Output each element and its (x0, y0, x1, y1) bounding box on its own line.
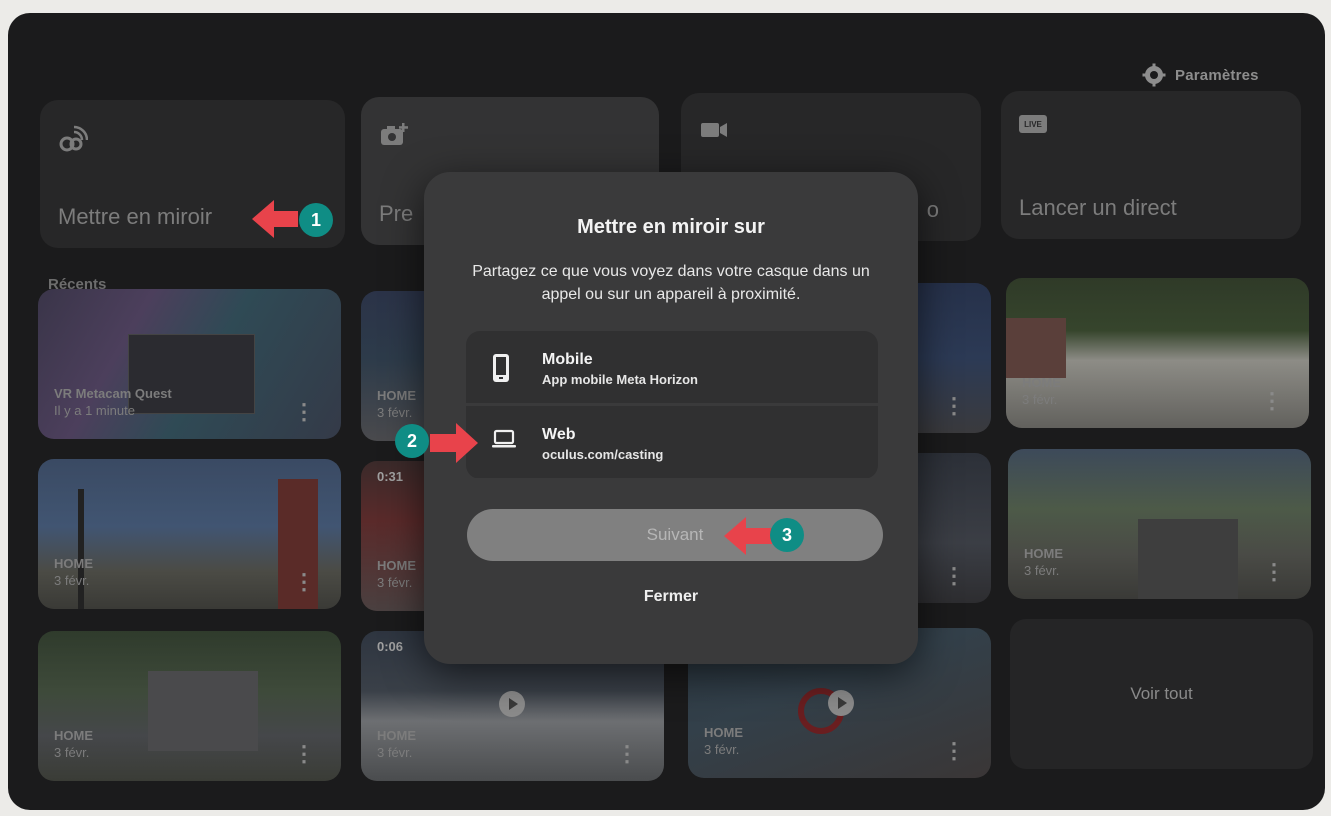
thumb-title: HOME (377, 388, 416, 403)
recent-thumb[interactable]: VR Metacam Quest Il y a 1 minute ⋮ (38, 289, 341, 439)
thumb-meta: HOME 3 févr. (377, 727, 416, 761)
see-all-button[interactable]: Voir tout (1010, 619, 1313, 769)
tile-photo-label: Pre (379, 201, 414, 226)
thumb-meta: HOME 3 févr. (1022, 374, 1061, 408)
arrow-left-icon (724, 517, 772, 555)
tile-live[interactable]: LIVE Lancer un direct (1001, 91, 1301, 239)
thumb-date: Il y a 1 minute (54, 403, 135, 418)
dialog-description: Partagez ce que vous voyez dans votre ca… (472, 263, 870, 303)
callout-badge-2: 2 (395, 424, 429, 458)
option-mobile-name: Mobile (542, 351, 593, 368)
more-options-icon[interactable]: ⋮ (1261, 390, 1283, 412)
more-options-icon[interactable]: ⋮ (616, 743, 638, 765)
thumb-date: 3 févr. (377, 745, 413, 760)
callout-badge-3: 3 (770, 518, 804, 552)
recent-thumb[interactable]: HOME 3 févr. ⋮ (1008, 449, 1311, 599)
thumb-scene (1006, 318, 1066, 378)
laptop-icon (492, 429, 516, 448)
more-options-icon[interactable]: ⋮ (1263, 561, 1285, 583)
thumb-scene (148, 671, 258, 751)
thumb-meta: HOME 3 févr. (54, 727, 93, 761)
mirror-options: Mobile App mobile Meta Horizon Web oculu… (466, 331, 878, 479)
more-options-icon[interactable]: ⋮ (943, 740, 965, 762)
more-options-icon[interactable]: ⋮ (293, 743, 315, 765)
option-web-name: Web (542, 426, 576, 443)
thumb-date: 3 févr. (377, 405, 413, 420)
cast-icon (59, 125, 88, 152)
thumb-date: 3 févr. (1024, 563, 1060, 578)
video-camera-icon (701, 123, 727, 137)
thumb-duration: 0:31 (377, 469, 404, 484)
dialog-title: Mettre en miroir sur (577, 216, 765, 238)
thumb-title: HOME (1022, 375, 1061, 390)
thumb-title: HOME (1024, 546, 1063, 561)
thumb-date: 3 févr. (377, 575, 413, 590)
thumb-meta: HOME 3 févr. (377, 557, 416, 591)
more-options-icon[interactable]: ⋮ (293, 401, 315, 423)
phone-icon (493, 354, 509, 382)
recent-thumb[interactable]: HOME 3 févr. ⋮ (38, 631, 341, 781)
gear-icon (1142, 63, 1166, 87)
more-options-icon[interactable]: ⋮ (943, 395, 965, 417)
mirror-dialog: Mettre en miroir sur Partagez ce que vou… (424, 172, 918, 664)
play-icon[interactable] (828, 690, 854, 716)
recent-thumb[interactable]: HOME 3 févr. ⋮ (38, 459, 341, 609)
tile-live-label: Lancer un direct (1019, 195, 1177, 220)
live-icon: LIVE (1019, 115, 1047, 133)
thumb-meta: HOME 3 févr. (54, 555, 93, 589)
thumb-meta: HOME 3 févr. (704, 724, 743, 758)
camera-add-icon (381, 123, 408, 145)
tile-mirror-label: Mettre en miroir (58, 204, 213, 229)
callout-badge-1: 1 (299, 203, 333, 237)
arrow-right-icon (430, 423, 478, 463)
play-icon[interactable] (499, 691, 525, 717)
thumb-date: 3 févr. (1022, 392, 1058, 407)
tile-record-label: o (926, 197, 939, 222)
settings-button[interactable]: Paramètres (1142, 63, 1259, 87)
thumb-date: 3 févr. (54, 745, 90, 760)
close-button[interactable]: Fermer (424, 588, 918, 606)
thumb-title: VR Metacam Quest (54, 386, 172, 401)
thumb-date: 3 févr. (704, 742, 740, 757)
thumb-title: HOME (377, 728, 416, 743)
thumb-meta: HOME 3 févr. (1024, 545, 1063, 579)
next-button[interactable]: Suivant (467, 509, 883, 561)
option-mobile-sub: App mobile Meta Horizon (542, 372, 698, 387)
thumb-scene (1138, 519, 1238, 599)
thumb-title: HOME (54, 728, 93, 743)
thumb-meta: VR Metacam Quest Il y a 1 minute (54, 385, 172, 419)
thumb-scene (78, 489, 84, 609)
thumb-title: HOME (377, 558, 416, 573)
thumb-title: HOME (54, 556, 93, 571)
arrow-left-icon (252, 200, 298, 238)
more-options-icon[interactable]: ⋮ (293, 571, 315, 593)
thumb-date: 3 févr. (54, 573, 90, 588)
option-mobile[interactable]: Mobile App mobile Meta Horizon (466, 331, 878, 403)
thumb-meta: HOME 3 févr. (377, 387, 416, 421)
more-options-icon[interactable]: ⋮ (943, 565, 965, 587)
settings-label: Paramètres (1175, 66, 1259, 84)
recent-thumb[interactable]: HOME 3 févr. ⋮ (1006, 278, 1309, 428)
option-web[interactable]: Web oculus.com/casting (466, 406, 878, 478)
option-web-sub: oculus.com/casting (542, 447, 664, 462)
thumb-duration: 0:06 (377, 639, 404, 654)
thumb-title: HOME (704, 725, 743, 740)
